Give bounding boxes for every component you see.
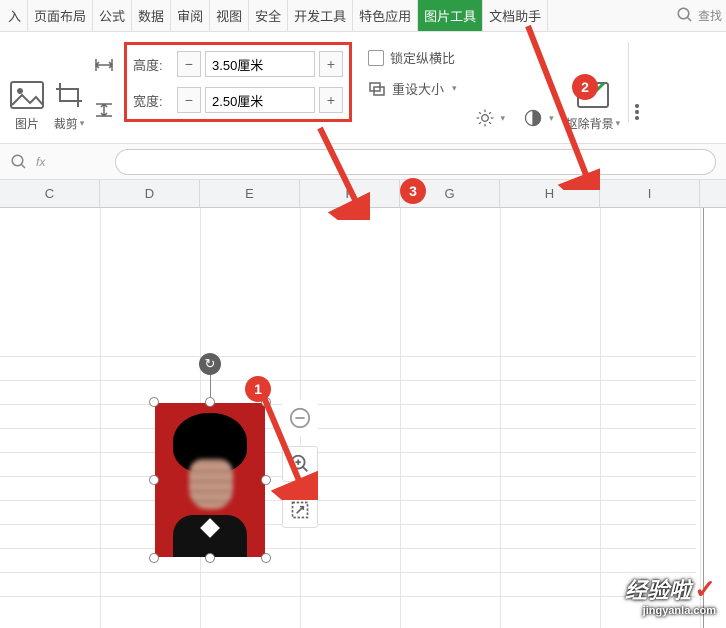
width-input[interactable]: [205, 87, 315, 113]
search-icon: [676, 6, 694, 24]
height-input[interactable]: [205, 51, 315, 77]
rotate-handle[interactable]: ↻: [199, 353, 221, 375]
width-decrease-button[interactable]: −: [177, 87, 201, 113]
tab-data[interactable]: 数据: [132, 0, 171, 31]
tab-developer[interactable]: 开发工具: [288, 0, 353, 31]
crop-icon: [52, 81, 86, 109]
reset-size-icon: [368, 81, 386, 97]
height-anchor-icon[interactable]: [94, 57, 114, 73]
lock-aspect-label: 锁定纵横比: [390, 48, 455, 67]
tab-picture-tools[interactable]: 图片工具: [418, 0, 483, 31]
chevron-down-icon: ▾: [452, 83, 457, 94]
col-header-c[interactable]: C: [0, 180, 100, 207]
annotation-badge-3: 3: [400, 178, 426, 204]
width-row: 宽度: − +: [133, 87, 343, 113]
resize-handle-tm[interactable]: [205, 397, 215, 407]
brightness-button[interactable]: ▾: [475, 108, 506, 132]
tab-review[interactable]: 审阅: [171, 0, 210, 31]
photo-content: [155, 403, 265, 557]
size-panel-annotation: 高度: − + 宽度: − +: [124, 42, 352, 122]
tab-formula[interactable]: 公式: [93, 0, 132, 31]
more-icon: [633, 98, 651, 126]
chevron-down-icon: ▾: [501, 113, 506, 124]
tab-view[interactable]: 视图: [210, 0, 249, 31]
resize-handle-ml[interactable]: [149, 475, 159, 485]
sheet-grid[interactable]: ↻: [0, 208, 726, 628]
col-header-e[interactable]: E: [200, 180, 300, 207]
sun-icon: [475, 108, 495, 128]
reset-size-button[interactable]: 重设大小 ▾: [368, 79, 457, 98]
annotation-arrow-1: [258, 390, 318, 500]
width-anchor-icon[interactable]: [94, 102, 114, 118]
watermark-check-icon: ✓: [694, 574, 716, 604]
annotation-arrow-3: [310, 120, 370, 220]
formula-input[interactable]: [115, 149, 716, 175]
lock-aspect-checkbox[interactable]: [368, 50, 384, 66]
tab-page-layout[interactable]: 页面布局: [28, 0, 93, 31]
height-row: 高度: − +: [133, 51, 343, 77]
more-button[interactable]: [633, 42, 655, 132]
crop-label: 裁剪▾: [54, 115, 85, 132]
tab-insert-partial[interactable]: 入: [2, 0, 28, 31]
fx-label: fx: [36, 155, 45, 169]
expand-icon: [290, 500, 310, 520]
col-header-i[interactable]: I: [600, 180, 700, 207]
height-decrease-button[interactable]: −: [177, 51, 201, 77]
chevron-down-icon: ▾: [80, 118, 85, 129]
watermark-title: 经验啦: [625, 578, 691, 603]
vertical-scroll-hint: [703, 208, 704, 628]
selected-image[interactable]: ↻: [155, 403, 265, 557]
picture-button[interactable]: 图片: [6, 42, 48, 132]
annotation-arrow-2: [520, 20, 600, 190]
tab-security[interactable]: 安全: [249, 0, 288, 31]
chevron-down-icon: ▾: [616, 118, 621, 129]
height-increase-button[interactable]: +: [319, 51, 343, 77]
aspect-group: 锁定纵横比 重设大小 ▾: [352, 42, 467, 98]
picture-icon: [10, 81, 44, 109]
col-header-d[interactable]: D: [100, 180, 200, 207]
person-face-blurred: [189, 459, 233, 509]
resize-handle-bm[interactable]: [205, 553, 215, 563]
search-label: 查找: [698, 7, 722, 24]
menu-tabs: 入 页面布局 公式 数据 审阅 视图 安全 开发工具 特色应用 图片工具 文档助…: [0, 0, 726, 32]
lock-aspect-row[interactable]: 锁定纵横比: [368, 48, 457, 67]
resize-handle-tl[interactable]: [149, 397, 159, 407]
tab-special-apps[interactable]: 特色应用: [353, 0, 418, 31]
name-box-icon[interactable]: [10, 153, 28, 171]
search-button[interactable]: 查找: [676, 6, 722, 24]
watermark: 经验啦 ✓ jingyanla.com: [625, 573, 716, 617]
watermark-url: jingyanla.com: [625, 605, 716, 617]
resize-handle-bl[interactable]: [149, 553, 159, 563]
height-label: 高度:: [133, 55, 173, 74]
width-label: 宽度:: [133, 91, 173, 110]
picture-label: 图片: [15, 115, 39, 132]
width-increase-button[interactable]: +: [319, 87, 343, 113]
resize-handle-br[interactable]: [261, 553, 271, 563]
reset-size-label: 重设大小: [392, 79, 444, 98]
crop-button[interactable]: 裁剪▾: [48, 42, 90, 132]
